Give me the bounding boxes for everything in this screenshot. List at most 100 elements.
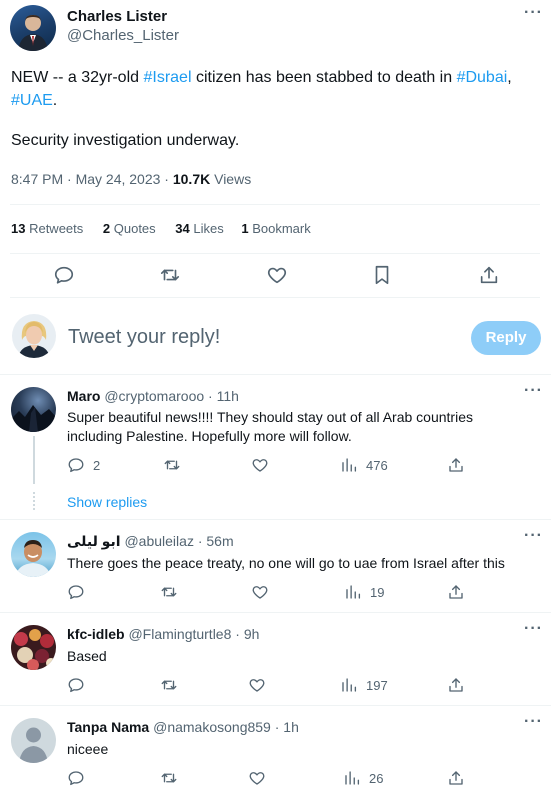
likes-label: Likes bbox=[189, 221, 224, 236]
retweets-count: 13 bbox=[11, 221, 26, 236]
more-options-icon[interactable]: ··· bbox=[524, 527, 543, 545]
reply-avatar[interactable] bbox=[11, 387, 56, 432]
reply-icon[interactable] bbox=[67, 583, 85, 601]
reply-author-handle[interactable]: @Flamingturtle8 · 9h bbox=[128, 626, 259, 642]
retweet-action[interactable] bbox=[160, 769, 178, 787]
tweet-timestamp-row: 8:47 PM · May 24, 2023 · 10.7K Views bbox=[11, 171, 251, 187]
hashtag-israel-link[interactable]: #Israel bbox=[143, 69, 191, 86]
more-options-icon[interactable]: ··· bbox=[524, 620, 543, 638]
share-action[interactable] bbox=[447, 769, 465, 787]
like-action[interactable] bbox=[248, 676, 266, 694]
reply-author-handle[interactable]: @cryptomarooo · 11h bbox=[104, 388, 239, 404]
like-icon[interactable] bbox=[248, 676, 266, 694]
reply-header: Maro @cryptomarooo · 11h bbox=[67, 388, 239, 404]
reply-avatar[interactable] bbox=[11, 532, 56, 577]
share-icon[interactable] bbox=[478, 264, 500, 286]
views-action[interactable]: 476 bbox=[340, 456, 388, 474]
current-user-avatar[interactable] bbox=[12, 314, 56, 358]
reply-action[interactable] bbox=[67, 676, 85, 694]
like-icon[interactable] bbox=[251, 456, 269, 474]
retweet-action[interactable] bbox=[160, 583, 178, 601]
bookmark-icon[interactable] bbox=[371, 264, 393, 286]
likes-stat[interactable]: 34 Likes bbox=[175, 221, 223, 236]
share-action[interactable] bbox=[447, 676, 465, 694]
reply-author-handle[interactable]: @abuleilaz · 56m bbox=[124, 533, 233, 549]
share-icon[interactable] bbox=[447, 456, 465, 474]
more-options-icon[interactable]: ··· bbox=[524, 4, 543, 22]
share-action[interactable] bbox=[447, 583, 465, 601]
reply-author-name[interactable]: ابو ليلى bbox=[67, 533, 121, 549]
bookmarks-stat[interactable]: 1 Bookmark bbox=[241, 221, 310, 236]
retweet-icon[interactable] bbox=[160, 583, 178, 601]
tweet-timestamp[interactable]: 8:47 PM · May 24, 2023 · bbox=[11, 171, 173, 187]
more-options-icon[interactable]: ··· bbox=[524, 713, 543, 731]
reply-icon[interactable] bbox=[67, 676, 85, 694]
hashtag-dubai-link[interactable]: #Dubai bbox=[457, 69, 508, 86]
reply-avatar[interactable] bbox=[11, 718, 56, 763]
reply-icon[interactable] bbox=[67, 456, 85, 474]
like-icon[interactable] bbox=[251, 583, 269, 601]
reply-author-name[interactable]: Tanpa Nama bbox=[67, 719, 149, 735]
author-handle[interactable]: @Charles_Lister bbox=[67, 27, 179, 44]
like-action[interactable] bbox=[251, 456, 269, 474]
like-icon[interactable] bbox=[266, 264, 288, 286]
reply-icon[interactable] bbox=[53, 264, 75, 286]
views-count: 476 bbox=[366, 457, 388, 473]
reply-avatar[interactable] bbox=[11, 625, 56, 670]
views-action[interactable]: 26 bbox=[343, 769, 383, 787]
share-icon[interactable] bbox=[447, 583, 465, 601]
retweet-icon[interactable] bbox=[159, 264, 181, 286]
retweet-action[interactable] bbox=[160, 676, 178, 694]
reply-header: Tanpa Nama @namakosong859 · 1h bbox=[67, 719, 299, 735]
show-replies-link[interactable]: Show replies bbox=[67, 494, 147, 510]
views-action[interactable]: 197 bbox=[340, 676, 388, 694]
analytics-icon[interactable] bbox=[344, 583, 362, 601]
divider bbox=[0, 612, 551, 613]
reply-action[interactable] bbox=[67, 583, 85, 601]
reply-author-name[interactable]: kfc-idleb bbox=[67, 626, 125, 642]
quotes-stat[interactable]: 2 Quotes bbox=[103, 221, 156, 236]
share-icon[interactable] bbox=[447, 676, 465, 694]
reply-action[interactable] bbox=[67, 769, 85, 787]
divider bbox=[0, 705, 551, 706]
reply-text: There goes the peace treaty, no one will… bbox=[67, 555, 505, 571]
bookmarks-count: 1 bbox=[241, 221, 249, 236]
views-count: 19 bbox=[370, 584, 385, 600]
reply-composer-input[interactable]: Tweet your reply! bbox=[68, 326, 220, 349]
like-action[interactable] bbox=[248, 769, 266, 787]
divider bbox=[10, 297, 540, 298]
like-icon[interactable] bbox=[248, 769, 266, 787]
reply-button[interactable]: Reply bbox=[471, 321, 541, 355]
share-action[interactable] bbox=[447, 456, 465, 474]
reply-author-name[interactable]: Maro bbox=[67, 388, 100, 404]
analytics-icon[interactable] bbox=[343, 769, 361, 787]
hashtag-uae-link[interactable]: #UAE bbox=[11, 92, 53, 109]
retweets-stat[interactable]: 13 Retweets bbox=[11, 221, 83, 236]
more-options-icon[interactable]: ··· bbox=[524, 382, 543, 400]
retweet-icon[interactable] bbox=[160, 769, 178, 787]
tweet-text-part: , bbox=[507, 69, 512, 86]
like-action[interactable] bbox=[251, 583, 269, 601]
retweet-icon[interactable] bbox=[163, 456, 181, 474]
tweet-text: NEW -- a 32yr-old #Israel citizen has be… bbox=[11, 66, 541, 112]
divider bbox=[10, 204, 540, 205]
reply-header: ابو ليلى @abuleilaz · 56m bbox=[67, 533, 234, 550]
divider bbox=[0, 519, 551, 520]
analytics-icon[interactable] bbox=[340, 456, 358, 474]
reply-icon[interactable] bbox=[67, 769, 85, 787]
tweet-text-line2: Security investigation underway. bbox=[11, 132, 240, 149]
tweet-text-part: citizen has been stabbed to death in bbox=[191, 69, 457, 86]
tweet-text-part: . bbox=[52, 92, 58, 109]
retweet-action[interactable] bbox=[163, 456, 181, 474]
author-name[interactable]: Charles Lister bbox=[67, 8, 167, 25]
analytics-icon[interactable] bbox=[340, 676, 358, 694]
views-count: 197 bbox=[366, 677, 388, 693]
share-icon[interactable] bbox=[447, 769, 465, 787]
reply-thread-line bbox=[33, 436, 35, 484]
author-avatar[interactable] bbox=[10, 5, 56, 51]
reply-author-handle[interactable]: @namakosong859 · 1h bbox=[153, 719, 299, 735]
reply-text: niceee bbox=[67, 741, 109, 757]
retweet-icon[interactable] bbox=[160, 676, 178, 694]
reply-action[interactable]: 2 bbox=[67, 456, 100, 474]
views-action[interactable]: 19 bbox=[344, 583, 384, 601]
